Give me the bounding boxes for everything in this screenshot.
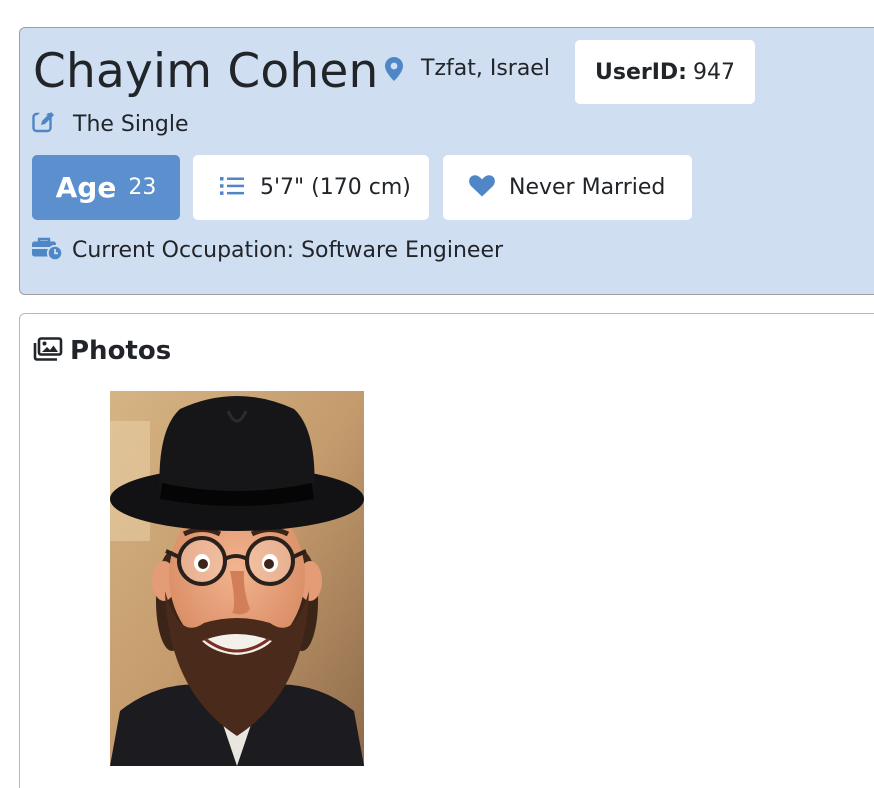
profile-name: Chayim Cohen — [33, 44, 379, 99]
userid-value: 947 — [692, 59, 735, 85]
tagline: The Single — [32, 105, 189, 138]
age-label: Age — [55, 171, 117, 204]
map-marker-icon — [385, 57, 403, 81]
occupation-text: Current Occupation: Software Engineer — [72, 237, 504, 263]
location-text: Tzfat, Israel — [421, 56, 550, 81]
list-icon — [193, 176, 244, 200]
profile-card: Chayim Cohen Tzfat, Israel UserID: 947 T… — [19, 27, 874, 295]
images-icon — [33, 337, 63, 365]
photos-header: Photos — [33, 336, 171, 366]
height-text: 5'7" (170 cm) — [260, 175, 411, 200]
tagline-text: The Single — [73, 111, 189, 137]
profile-photo[interactable] — [110, 391, 364, 766]
occupation: Current Occupation: Software Engineer — [31, 235, 503, 265]
height-badge[interactable]: 5'7" (170 cm) — [193, 155, 429, 220]
heart-icon — [443, 174, 495, 201]
userid-badge: UserID: 947 — [575, 40, 755, 104]
age-value: 23 — [128, 175, 157, 200]
photos-card: Photos — [19, 313, 874, 788]
briefcase-clock-icon — [31, 235, 64, 265]
age-badge[interactable]: Age 23 — [32, 155, 180, 220]
photos-title: Photos — [70, 336, 172, 366]
marital-status-text: Never Married — [509, 175, 666, 200]
edit-icon — [32, 105, 57, 138]
location: Tzfat, Israel — [385, 54, 550, 84]
marital-status-badge[interactable]: Never Married — [443, 155, 692, 220]
userid-label: UserID: — [595, 59, 687, 85]
